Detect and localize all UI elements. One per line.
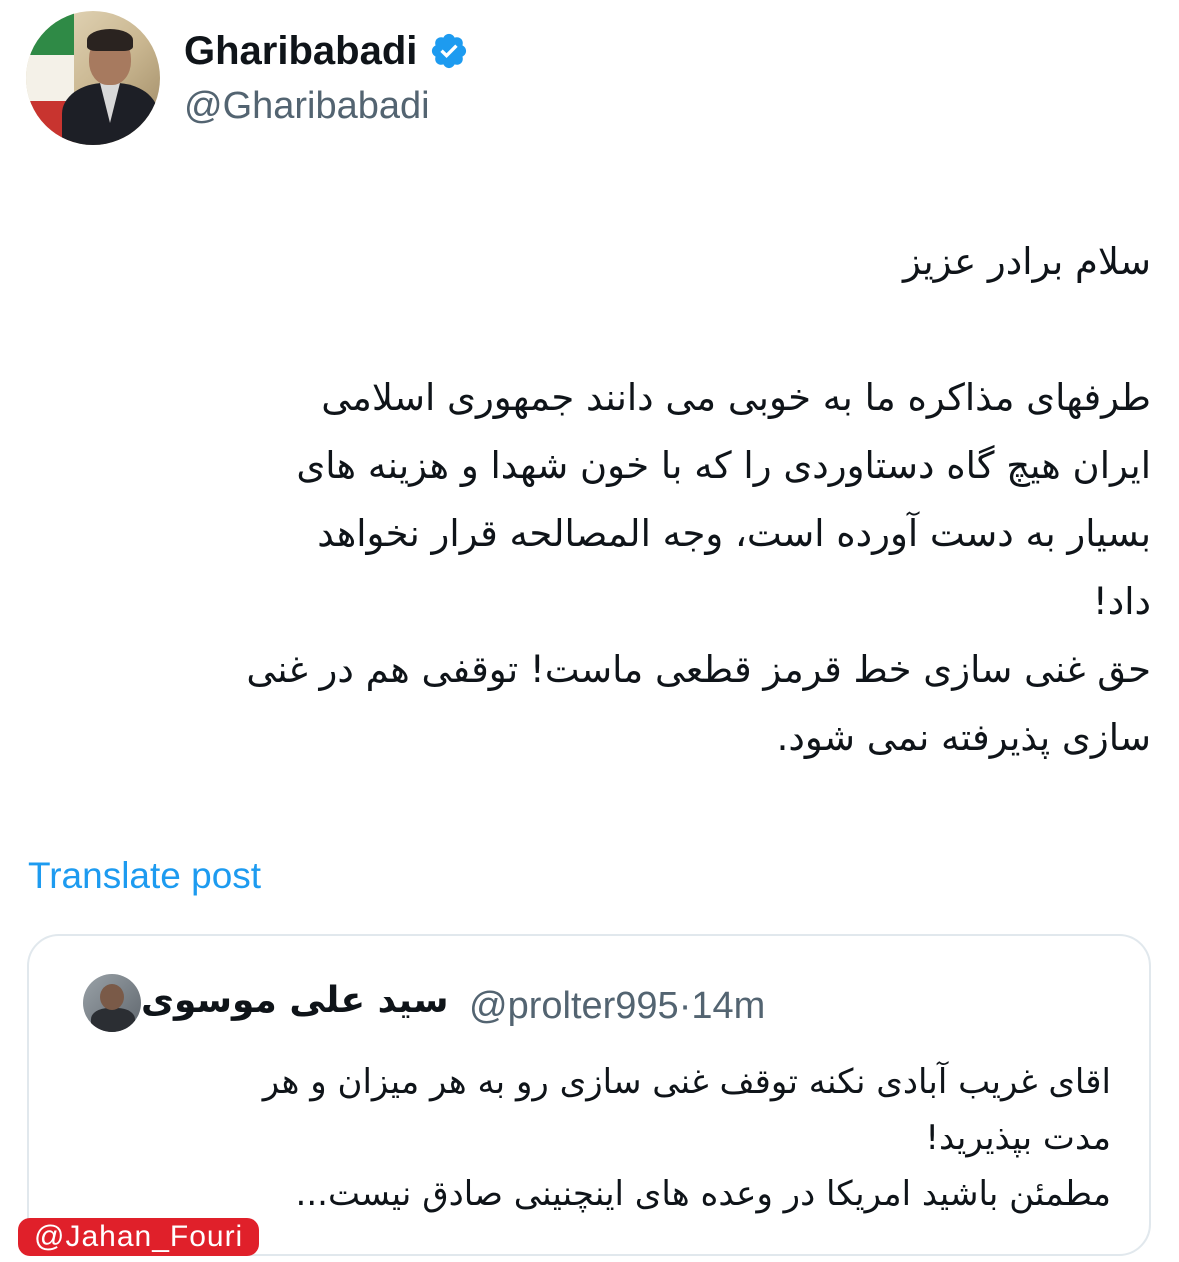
quoted-tweet-text: اقای غریب آبادی نکنه توقف غنی سازی رو به… (65, 1054, 1111, 1222)
translate-post-link[interactable]: Translate post (28, 854, 261, 898)
tweet-line: حق غنی سازی خط قرمز قطعی ماست! توقفی هم … (246, 648, 1151, 691)
tweet-line: طرفهای مذاکره ما به خوبی می دانند جمهوری… (321, 376, 1151, 419)
tweet-line: ایران هیچ گاه دستاوردی را که با خون شهدا… (296, 444, 1151, 487)
quoted-line: اقای غریب آبادی نکنه توقف غنی سازی رو به… (262, 1062, 1111, 1102)
quoted-author-avatar[interactable] (83, 974, 141, 1032)
avatar-hair (87, 29, 133, 51)
channel-watermark: @Jahan_Fouri (18, 1218, 260, 1256)
tweet-greeting: سلام برادر عزیز (902, 240, 1151, 283)
quoted-time[interactable]: 14m (691, 985, 765, 1027)
tweet-line: سازی پذیرفته نمی شود. (776, 716, 1151, 759)
meta-separator: · (678, 985, 692, 1027)
quoted-meta: @prolter995·14m (469, 978, 765, 1034)
quoted-tweet-card[interactable]: سید علی موسوی @prolter995·14m اقای غریب … (27, 934, 1151, 1256)
author-name[interactable]: Gharibabadi (184, 28, 417, 74)
tweet-line: بسیار به دست آورده است، وجه المصالحه قرا… (317, 512, 1151, 555)
quoted-line: مطمئن باشید امریکا در وعده های اینچنینی … (295, 1174, 1111, 1214)
author-avatar[interactable] (26, 11, 160, 145)
verified-badge-icon (429, 31, 469, 71)
quoted-author-name[interactable]: سید علی موسوی (141, 980, 449, 1021)
tweet-text: سلام برادر عزیز طرفهای مذاکره ما به خوبی… (40, 228, 1151, 772)
quoted-avatar-wrap[interactable] (67, 974, 141, 1032)
tweet-line: داد! (1092, 580, 1151, 623)
quoted-author-handle[interactable]: @prolter995 (469, 985, 679, 1027)
author-name-row[interactable]: Gharibabadi (184, 28, 469, 74)
author-handle[interactable]: @Gharibabadi (184, 84, 430, 128)
quoted-line: مدت بپذیرید! (925, 1118, 1111, 1158)
